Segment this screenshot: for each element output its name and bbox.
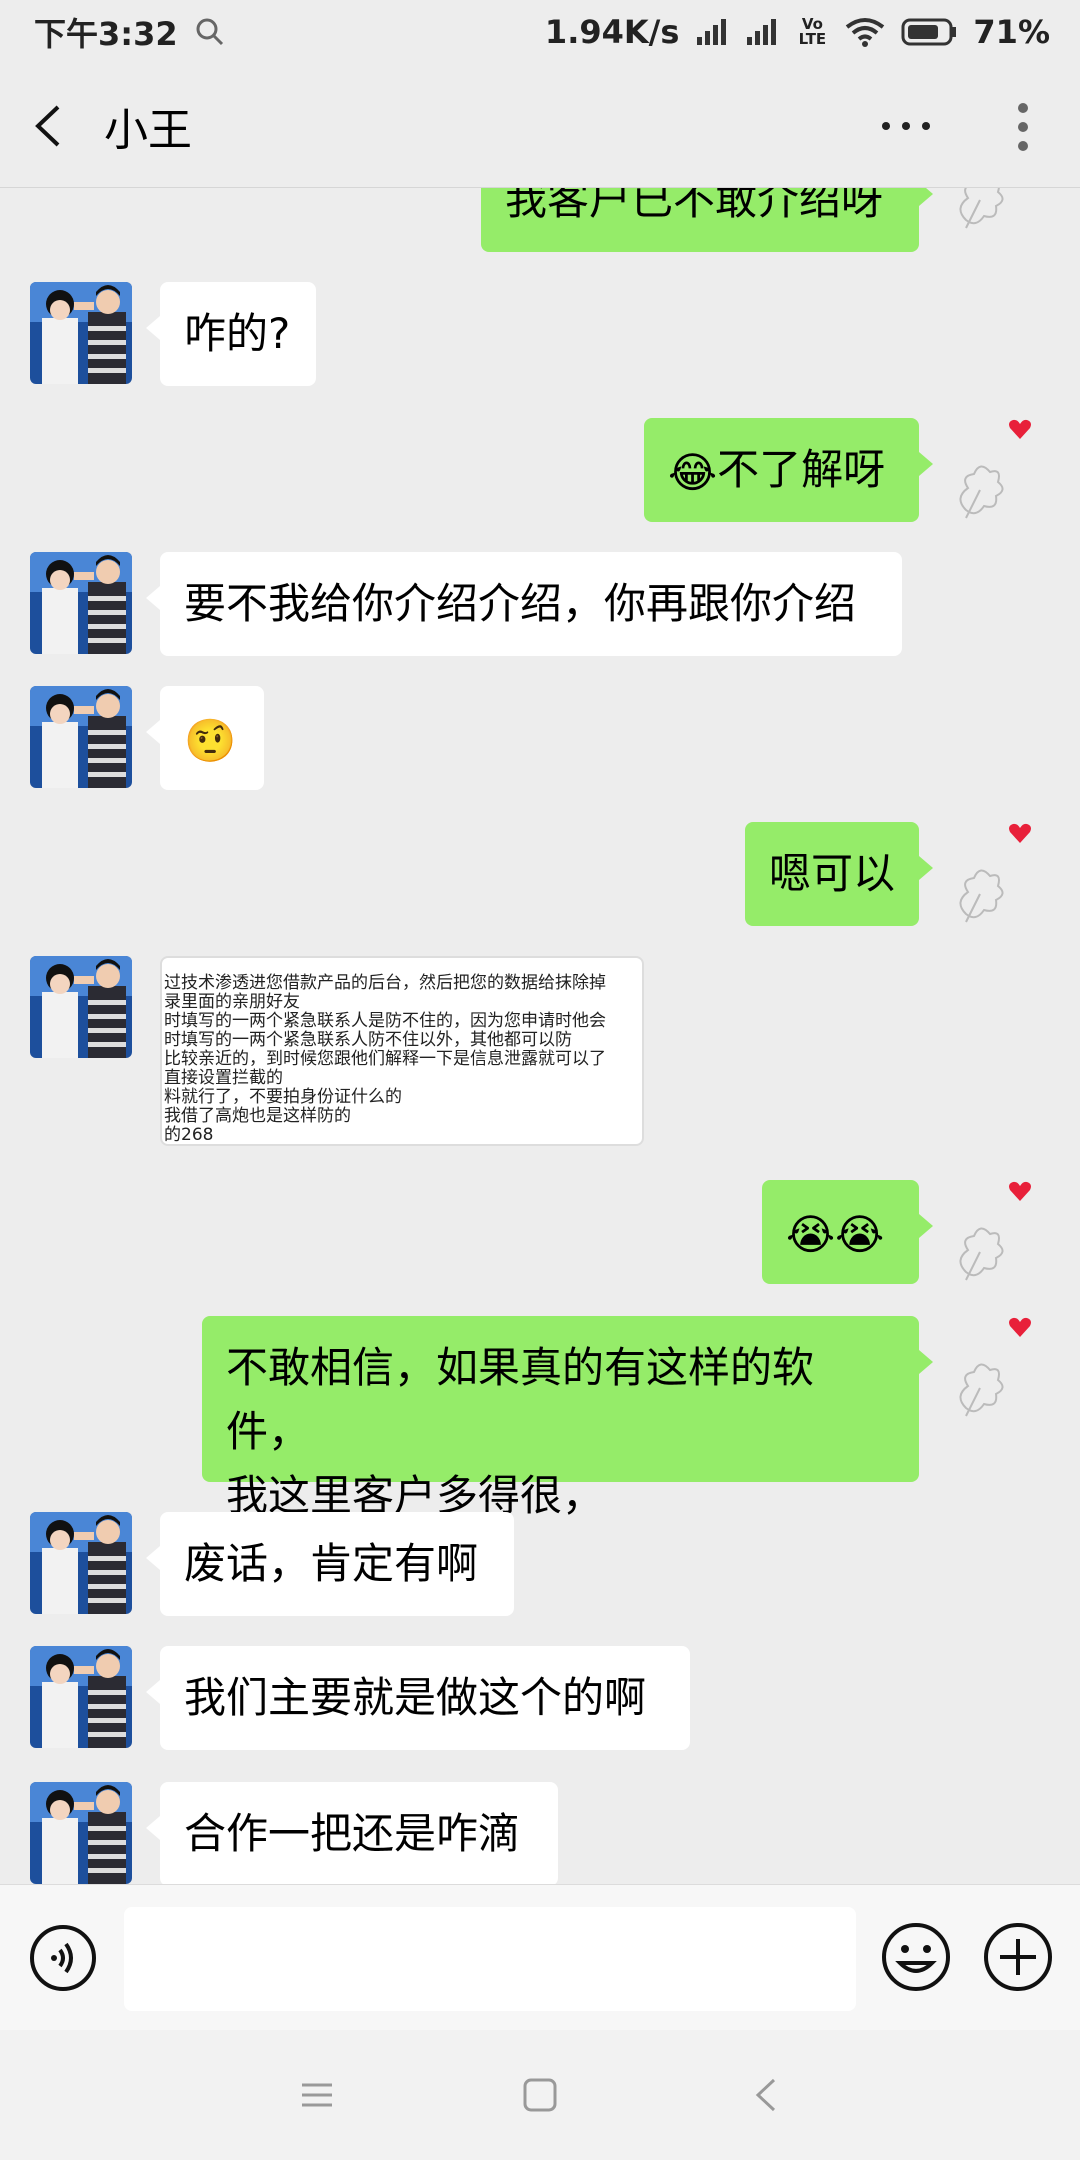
reaction-icon[interactable] xyxy=(946,448,1026,528)
plus-icon xyxy=(984,1923,1052,1991)
emoji-button[interactable] xyxy=(880,1921,952,1993)
message-bubble-out[interactable]: 我客户已不敢介绍呀 xyxy=(481,188,933,252)
ellipsis-icon xyxy=(882,122,930,130)
network-speed: 1.94K/s xyxy=(544,13,680,51)
image-text-line: 时填写的一两个紧急联系人防不住以外，其他都可以防 xyxy=(164,1030,572,1050)
message-input[interactable] xyxy=(124,1907,856,2011)
signal-icon xyxy=(697,19,727,45)
reaction-icon[interactable] xyxy=(946,1346,1026,1426)
message-row: 我客户已不敢介绍呀 xyxy=(0,188,1080,252)
image-text-line: 过技术渗透进您借款产品的后台，然后把您的数据给抹除掉 xyxy=(164,973,606,993)
smile-icon xyxy=(882,1923,950,1991)
message-bubble-in[interactable]: 废话，肯定有啊 xyxy=(146,1512,514,1616)
image-text-line: 直接设置拦截的 xyxy=(164,1068,283,1088)
message-bubble-in[interactable]: 要不我给你介绍介绍，你再跟你介绍 xyxy=(146,552,902,656)
battery-level: 71% xyxy=(973,13,1050,51)
square-icon xyxy=(523,2078,557,2112)
voice-icon xyxy=(30,1925,96,1991)
heart-icon xyxy=(1008,1180,1032,1202)
avatar[interactable] xyxy=(30,1646,132,1748)
image-text-line: 比较亲近的，到时候您跟他们解释一下是信息泄露就可以了 xyxy=(164,1049,606,1069)
message-text: 合作一把还是咋滴 xyxy=(184,1809,521,1858)
message-text-line: 不敢相信，如果真的有这样的软件， xyxy=(226,1343,815,1456)
message-bubble-in[interactable]: 合作一把还是咋滴 xyxy=(146,1782,558,1884)
more-options-button[interactable] xyxy=(876,104,936,148)
image-text-line: 的268 xyxy=(164,1125,214,1145)
menu-icon xyxy=(302,2083,332,2107)
volte-label: Vo LTE xyxy=(798,15,827,48)
avatar[interactable] xyxy=(30,686,132,788)
message-bubble-out[interactable]: 嗯可以 xyxy=(745,822,933,926)
crying-emoji: 😭😭 xyxy=(786,1209,885,1259)
image-text-line: 录里面的亲朋好友 xyxy=(164,992,300,1012)
battery-icon xyxy=(901,18,957,46)
chat-header: 小王 xyxy=(0,64,1080,188)
heart-icon xyxy=(1008,1316,1032,1338)
image-message[interactable]: 过技术渗透进您借款产品的后台，然后把您的数据给抹除掉 录里面的亲朋好友 时填写的… xyxy=(160,956,644,1146)
avatar[interactable] xyxy=(30,1512,132,1614)
image-text-line: 料就行了，不要拍身份证什么的 xyxy=(164,1087,402,1107)
message-list[interactable]: 我客户已不敢介绍呀 咋的? 😂不了解呀 要不我给你介绍介绍，你再跟你介绍 🤨 嗯… xyxy=(0,188,1080,1884)
message-text: 我们主要就是做这个的啊 xyxy=(184,1673,647,1722)
vertical-dots-icon xyxy=(1018,103,1028,151)
laughing-tears-emoji: 😂 xyxy=(668,447,718,497)
image-text-line: 时填写的一两个紧急联系人是防不住的，因为您申请时他会 xyxy=(164,1011,606,1031)
message-bubble-out[interactable]: 不敢相信，如果真的有这样的软件， 我这里客户多得很， xyxy=(202,1316,933,1520)
message-text: 要不我给你介绍介绍，你再跟你介绍 xyxy=(184,579,857,628)
message-text: 不了解呀 xyxy=(717,445,886,494)
image-text-line: 我借了高炮也是这样防的 xyxy=(164,1106,351,1126)
search-icon xyxy=(196,18,223,46)
recent-apps-button[interactable] xyxy=(294,2072,340,2118)
contact-name: 小王 xyxy=(104,104,192,156)
menu-button[interactable] xyxy=(1008,100,1038,154)
more-input-button[interactable] xyxy=(982,1921,1054,1993)
message-bubble-in[interactable]: 🤨 xyxy=(146,686,264,790)
avatar[interactable] xyxy=(30,552,132,654)
message-text: 嗯可以 xyxy=(769,849,896,898)
input-bar xyxy=(0,1884,1080,2031)
reaction-icon[interactable] xyxy=(946,852,1026,932)
status-bar: 下午3:32 1.94K/s Vo LTE 71% xyxy=(0,0,1080,64)
heart-icon xyxy=(1008,822,1032,844)
message-bubble-in[interactable]: 我们主要就是做这个的啊 xyxy=(146,1646,690,1750)
message-text: 废话，肯定有啊 xyxy=(184,1539,479,1588)
signal-icon-2 xyxy=(747,19,777,45)
avatar[interactable] xyxy=(30,282,132,384)
avatar[interactable] xyxy=(30,956,132,1058)
voice-input-button[interactable] xyxy=(28,1923,98,1993)
status-time: 下午3:32 xyxy=(34,15,178,53)
heart-icon xyxy=(1008,418,1032,440)
message-bubble-out[interactable]: 😭😭 xyxy=(762,1180,933,1284)
message-text: 咋的? xyxy=(184,309,291,358)
back-chevron-icon xyxy=(755,2078,776,2112)
wifi-icon xyxy=(846,18,885,47)
reaction-icon[interactable] xyxy=(946,1210,1026,1290)
message-bubble-in[interactable]: 咋的? xyxy=(146,282,316,386)
back-arrow-icon xyxy=(35,105,60,146)
system-back-button[interactable] xyxy=(744,2072,790,2118)
skeptical-face-emoji: 🤨 xyxy=(184,715,237,765)
message-bubble-out[interactable]: 😂不了解呀 xyxy=(644,418,933,522)
system-nav-bar xyxy=(0,2030,1080,2160)
back-button[interactable] xyxy=(32,101,82,151)
message-text: 我客户已不敢介绍呀 xyxy=(505,188,884,224)
avatar[interactable] xyxy=(30,1782,132,1884)
home-button[interactable] xyxy=(517,2072,563,2118)
reaction-icon[interactable] xyxy=(946,188,1026,238)
